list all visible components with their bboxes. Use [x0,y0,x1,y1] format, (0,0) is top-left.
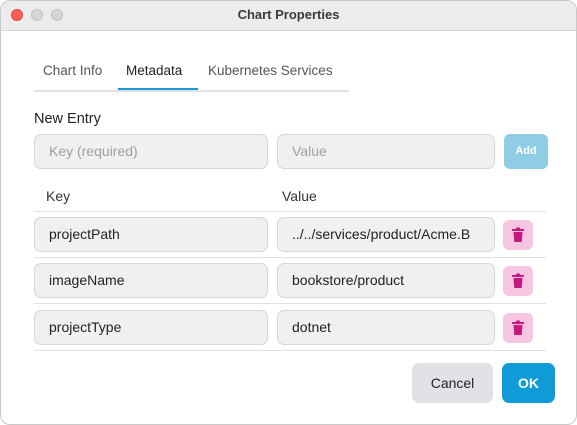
row-divider [34,257,546,258]
row-key-field[interactable]: imageName [34,263,268,298]
new-value-input[interactable]: Value [277,134,495,169]
row-value-field[interactable]: bookstore/product [277,263,495,298]
column-header-key: Key [46,188,71,204]
column-header-value: Value [282,188,317,204]
delete-row-button[interactable] [503,220,533,250]
new-entry-heading: New Entry [34,111,101,127]
chart-properties-window: Chart Properties Chart Info Metadata Kub… [0,0,577,425]
tab-metadata[interactable]: Metadata [126,63,182,78]
add-button[interactable]: Add [504,134,548,169]
tab-kubernetes-services[interactable]: Kubernetes Services [208,63,333,78]
row-divider [34,350,546,351]
trash-icon [512,320,524,335]
window-title: Chart Properties [237,7,340,22]
new-key-input[interactable]: Key (required) [34,134,268,169]
row-value-field[interactable]: dotnet [277,310,495,345]
tab-chart-info[interactable]: Chart Info [43,63,102,78]
ok-button[interactable]: OK [502,363,555,403]
delete-row-button[interactable] [503,313,533,343]
cancel-button[interactable]: Cancel [412,363,493,403]
row-divider [34,303,546,304]
active-tab-indicator [118,88,198,90]
row-value-field[interactable]: ../../services/product/Acme.B [277,217,495,252]
tab-bar: Chart Info Metadata Kubernetes Services [34,59,349,92]
row-key-field[interactable]: projectPath [34,217,268,252]
row-key-field[interactable]: projectType [34,310,268,345]
title-bar: Chart Properties [1,1,576,31]
trash-icon [512,273,524,288]
header-divider [34,211,546,212]
trash-icon [512,227,524,242]
delete-row-button[interactable] [503,266,533,296]
